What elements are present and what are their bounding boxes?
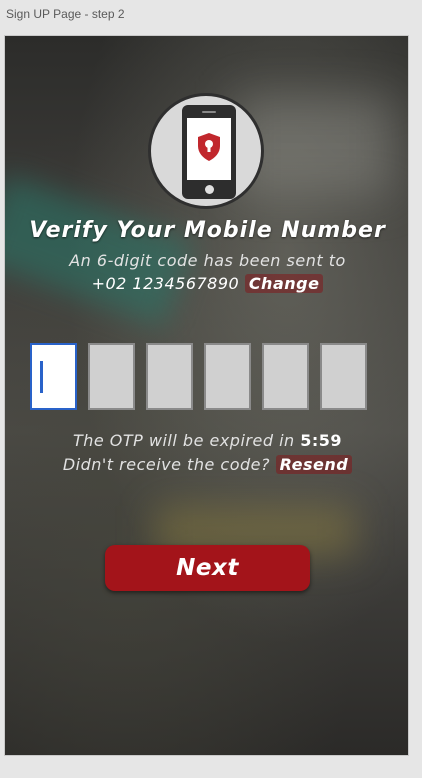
resend-line: Didn't receive the code? Resend	[5, 455, 408, 474]
next-button[interactable]: Next	[105, 545, 310, 591]
otp-digit-3[interactable]	[146, 343, 193, 410]
otp-digit-1[interactable]	[30, 343, 77, 410]
otp-input-group	[30, 343, 367, 410]
mobile-phone-icon	[182, 105, 236, 199]
text-cursor	[40, 361, 43, 393]
otp-digit-5[interactable]	[262, 343, 309, 410]
phone-screen-icon	[187, 118, 231, 180]
otp-digit-6[interactable]	[320, 343, 367, 410]
phone-speaker	[202, 111, 216, 113]
window-title: Sign UP Page - step 2	[6, 7, 125, 21]
phone-number: +02 1234567890	[91, 274, 240, 293]
otp-expiry-label: The OTP will be expired in	[72, 431, 295, 450]
shield-lock-icon	[198, 133, 220, 161]
signup-screen: Verify Your Mobile Number An 6-digit cod…	[4, 35, 409, 756]
otp-countdown: 5:59	[300, 431, 343, 450]
phone-home-button	[205, 185, 214, 194]
otp-expiry-line: The OTP will be expired in 5:59	[5, 431, 408, 450]
phone-shield-lock-icon	[148, 93, 264, 209]
change-number-link[interactable]: Change	[244, 274, 324, 293]
otp-digit-4[interactable]	[204, 343, 251, 410]
resend-question: Didn't receive the code?	[62, 455, 270, 474]
page-title: Verify Your Mobile Number	[29, 218, 386, 243]
resend-link[interactable]: Resend	[275, 455, 353, 474]
otp-digit-2[interactable]	[88, 343, 135, 410]
phone-number-line: +02 1234567890 Change	[5, 274, 408, 293]
code-sent-text: An 6-digit code has been sent to	[69, 251, 346, 270]
